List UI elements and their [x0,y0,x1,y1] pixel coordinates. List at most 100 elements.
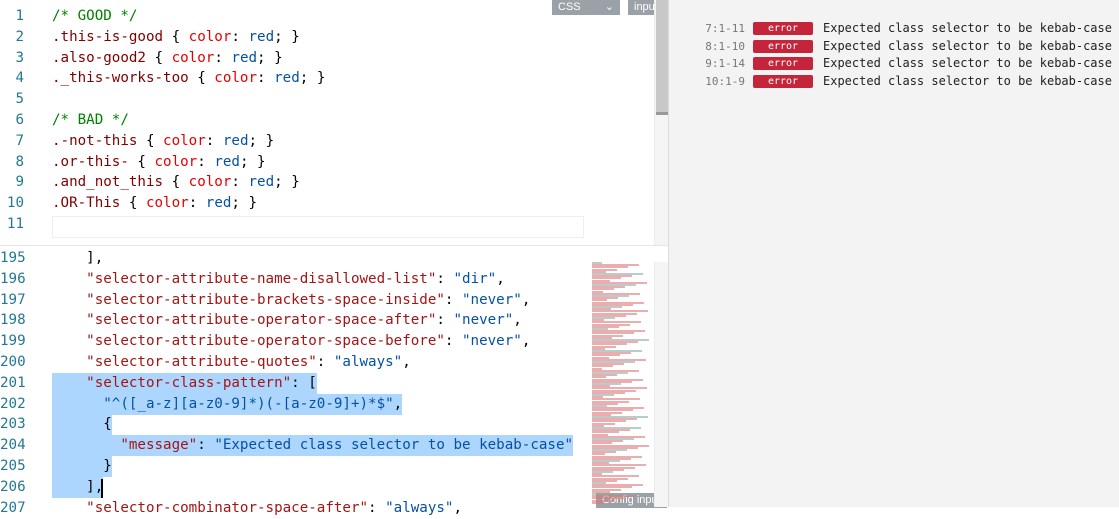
code-text: .and_not_this { color: red; } [52,172,300,193]
code-line[interactable]: 9 .and_not_this { color: red; } [0,172,580,193]
code-line[interactable]: 196 "selector-attribute-name-disallowed-… [0,269,580,290]
code-token: "dir" [453,270,497,287]
code-text: "selector-attribute-operator-space-after… [52,310,522,331]
code-token: { [128,153,155,170]
line-number: 8 [15,153,24,170]
code-line[interactable]: 205 } [0,456,580,477]
line-number: 197 [0,291,26,308]
code-token: { [145,49,172,66]
code-line[interactable]: 195 ], [0,248,580,269]
result-location: 8:1-10 [705,39,745,53]
code-token: : [436,270,454,287]
code-line[interactable]: 197 "selector-attribute-brackets-space-i… [0,290,580,311]
code-line[interactable]: 10 .OR-This { color: red; } [0,193,580,214]
code-token: : [205,132,223,149]
code-line[interactable]: 201 "selector-class-pattern": [ [0,372,580,394]
config-editor-scrollbar[interactable] [654,262,668,507]
code-line[interactable]: 207 "selector-combinator-space-after": "… [0,498,580,519]
code-line[interactable]: 4 ._this-works-too { color: red; } [0,68,580,89]
code-line[interactable]: 2 .this-is-good { color: red; } [0,27,580,48]
code-line[interactable]: 5 [0,89,580,110]
line-number: 203 [0,416,26,433]
code-line[interactable]: 203 { [0,414,580,436]
result-row[interactable]: 8:1-10 error Expected class selector to be… [669,38,1119,55]
line-number: 2 [15,28,24,45]
code-line[interactable]: 7 .-not-this { color: red; } [0,131,580,152]
code-token: /* BAD */ [52,112,129,128]
code-text: .this-is-good { color: red; } [52,27,300,48]
code-text: .-not-this { color: red; } [52,131,274,152]
code-token: : [257,70,275,87]
code-line[interactable]: 3 .also-good2 { color: red; } [0,48,580,69]
config-input-editor[interactable]: 195 ], 196 "selector-attribute-name-disal… [0,245,668,516]
severity-badge: error [753,74,813,88]
code-text: ._this-works-too { color: red; } [52,68,325,89]
code-token: : [231,28,249,45]
code-token: "selector-combinator-space-after" [86,499,369,516]
code-token: { [52,416,112,433]
code-line[interactable]: 1 /* GOOD */ [0,6,580,27]
severity-badge: error [753,39,813,53]
code-token: , [496,270,505,287]
css-input-editor[interactable]: 1/* GOOD */2 .this-is-good { color: red; … [0,0,668,245]
code-token: "never" [462,333,522,350]
code-text: ], [52,248,103,269]
code-token: ._this-works-too [52,70,189,87]
code-token: : [214,49,232,66]
code-token: "Expected class selector to be kebab-cas… [214,437,574,454]
code-token: "never" [453,312,514,329]
code-token: { [163,28,189,45]
code-text: "message": "Expected class selector to b… [52,435,574,457]
result-row[interactable]: 10:1-9 error Expected class selector to be… [669,73,1119,90]
code-token: "always" [385,499,454,516]
code-line[interactable]: 204 "message": "Expected class selector … [0,435,580,457]
line-number: 200 [0,354,26,370]
code-text: "selector-class-pattern": [ [52,372,317,394]
line-number: 6 [15,112,24,128]
code-token: color [188,174,232,191]
code-line[interactable]: 202 "^([_a-z][a-z0-9]*)(-[a-z0-9]+)*$", [0,393,580,415]
code-line[interactable]: 206 ], [0,476,580,498]
line-number: 201 [0,374,26,391]
code-text: "selector-attribute-name-disallowed-list… [52,269,505,290]
code-line[interactable]: 199 "selector-attribute-operator-space-b… [0,331,580,352]
code-text: } [52,456,112,477]
code-token: .and_not_this [52,174,164,191]
code-token: "^([_a-z][a-z0-9]*)(-[a-z0-9]+)*$" [103,395,394,412]
result-row[interactable]: 7:1-11 error Expected class selector to be… [669,20,1119,37]
chevron-down-icon: ⌄ [604,1,614,13]
css-editor-scroll-thumb[interactable] [656,0,668,112]
language-select[interactable]: CSS ⌄ [552,0,620,15]
line-number: 195 [0,250,26,266]
line-number: 205 [0,458,26,474]
code-token: .also-good2 [52,49,146,66]
code-token: { [137,132,164,149]
result-message: Expected class selector to be kebab-case [823,56,1112,70]
code-token: "selector-class-pattern" [86,374,292,391]
code-token: : [444,291,463,308]
code-token: color [145,195,189,212]
code-text: .OR-This { color: red; } [52,193,257,214]
line-number: 7 [15,132,24,149]
code-token: .OR-This [52,195,121,212]
code-line[interactable]: 6 /* BAD */ [0,110,580,131]
code-token: : [316,354,334,370]
code-line[interactable]: 198 "selector-attribute-operator-space-a… [0,310,580,331]
result-row[interactable]: 9:1-14 error Expected class selector to be… [669,55,1119,72]
code-token: red [214,153,240,170]
code-token: red [222,132,249,149]
code-line[interactable]: 200 "selector-attribute-quotes": "always… [0,352,580,373]
code-text: /* BAD */ [52,110,129,131]
line-number: 10 [6,195,24,212]
code-token: ; } [274,174,300,191]
code-token: , [521,333,531,350]
css-editor-scrollbar[interactable] [654,0,668,245]
code-token: : [188,195,206,212]
code-line[interactable]: 8 .or-this- { color: red; } [0,152,580,173]
config-minimap[interactable] [592,262,654,507]
code-token: red [205,195,232,212]
line-number: 4 [15,70,24,87]
